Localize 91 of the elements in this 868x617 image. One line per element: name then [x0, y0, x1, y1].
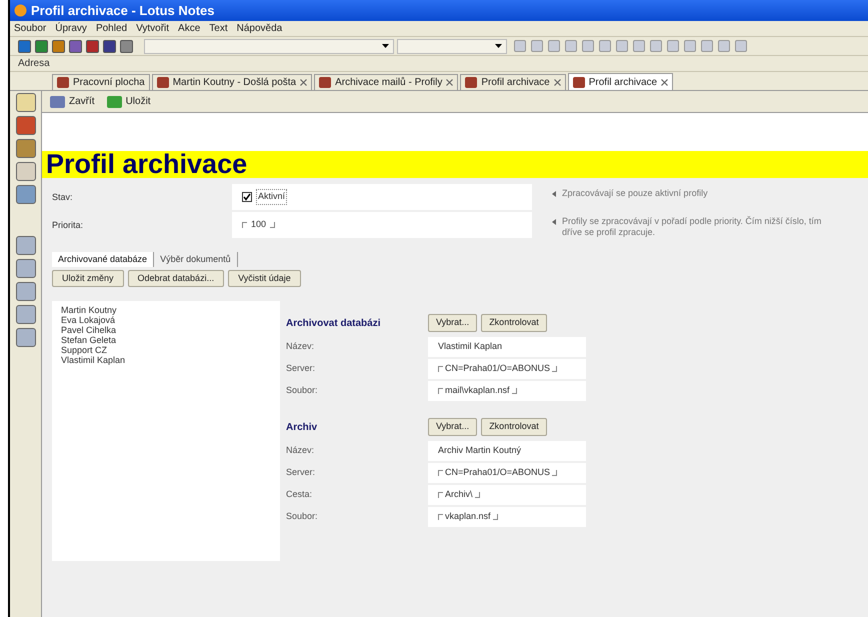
caret-icon	[382, 44, 389, 48]
tab-label: Pracovní plocha	[73, 76, 145, 90]
window-title: Profil archivace - Lotus Notes	[31, 2, 214, 20]
hint-text: Profily se zpracovávají v pořadí podle priority. Čím nižší číslo, tím dříve se profil zpracuje.	[562, 216, 822, 238]
checkbox-label: Aktivní	[256, 189, 288, 205]
list-item[interactable]: Pavel Cihelka	[61, 325, 271, 335]
field-bracket-icon	[552, 470, 558, 476]
input-field[interactable]: Archiv Martin Koutný	[428, 441, 586, 461]
field-label: Priorita:	[52, 219, 84, 232]
select-button[interactable]: Vybrat...	[428, 314, 478, 332]
field-label: Server:	[286, 466, 316, 480]
menu-item[interactable]: Úpravy	[55, 21, 87, 36]
list-item[interactable]: Martin Koutny	[61, 305, 271, 315]
field-label: Soubor:	[286, 510, 319, 524]
field-label: Název:	[286, 340, 316, 354]
app-icon	[14, 4, 27, 17]
caret-icon	[495, 44, 502, 48]
tab-label: Archivace mailů - Profily	[335, 76, 442, 90]
field-bracket-icon	[438, 492, 443, 498]
section-title: Archivovat databázi	[286, 316, 382, 330]
input-field[interactable]: mail\vkaplan.nsf	[428, 381, 586, 401]
menu-item[interactable]: Text	[209, 21, 228, 36]
field-label: Stav:	[52, 191, 74, 204]
address-label: Adresa	[18, 57, 50, 71]
list-item[interactable]: Stefan Geleta	[61, 335, 271, 345]
input-field[interactable]: Aktivní	[232, 184, 532, 210]
field-bracket-icon	[242, 222, 247, 228]
field-value: CN=Praha01/O=ABONUS	[445, 466, 550, 480]
tab[interactable]: Profil archivace	[568, 73, 674, 90]
input-field[interactable]: CN=Praha01/O=ABONUS	[428, 359, 586, 379]
field-bracket-icon	[552, 366, 558, 372]
field-label: Server:	[286, 362, 316, 376]
tab[interactable]: Profil archivace	[460, 74, 566, 90]
checkbox[interactable]	[242, 192, 252, 202]
field-value: vkaplan.nsf	[445, 510, 491, 524]
select-button[interactable]: Vybrat...	[428, 418, 478, 436]
field-bracket-icon	[270, 222, 276, 228]
menu-item[interactable]: Pohled	[96, 21, 128, 36]
field-bracket-icon	[438, 514, 443, 520]
field-bracket-icon	[512, 388, 517, 394]
tab[interactable]: Martin Koutny - Došlá pošta	[152, 74, 312, 90]
close-icon[interactable]	[661, 78, 668, 86]
close-icon[interactable]	[446, 79, 454, 86]
tab[interactable]: Pracovní plocha	[52, 74, 150, 90]
select-button[interactable]: Zkontrolovat	[481, 418, 547, 436]
field-bracket-icon	[474, 492, 480, 498]
form-button[interactable]: Vyčistit údaje	[228, 270, 301, 287]
tab[interactable]: Archivace mailů - Profily	[314, 74, 458, 90]
input-field[interactable]: Archiv\	[428, 485, 586, 505]
form-button[interactable]: Odebrat databázi...	[128, 270, 224, 287]
input-field[interactable]: vkaplan.nsf	[428, 507, 586, 527]
field-bracket-icon	[438, 366, 443, 372]
menu-item[interactable]: Nápověda	[236, 21, 282, 36]
list-item[interactable]: Eva Lokajová	[61, 315, 271, 325]
input-field[interactable]: CN=Praha01/O=ABONUS	[428, 463, 586, 483]
tab[interactable]: Výběr dokumentů	[154, 252, 238, 267]
input-field[interactable]: Vlastimil Kaplan	[428, 337, 586, 357]
list-item[interactable]: Vlastimil Kaplan	[61, 355, 271, 365]
field-label: Název:	[286, 444, 316, 458]
section-title: Archiv	[286, 420, 318, 434]
menu-item[interactable]: Vytvořit	[136, 21, 170, 36]
hint-arrow-icon	[552, 191, 556, 197]
tab-label: Profil archivace	[481, 76, 550, 90]
hint-arrow-icon	[552, 219, 556, 225]
action-button[interactable]: Uložit	[106, 94, 151, 109]
field-label: Cesta:	[286, 488, 314, 502]
name-list[interactable]: Martin Koutny Eva Lokajová Pavel Cihelka Stefan Geleta Support CZ Vlastimil Kaplan	[52, 301, 280, 561]
tab-label: Martin Koutny - Došlá pošta	[172, 76, 296, 90]
field-value: Archiv Martin Koutný	[438, 444, 522, 458]
field-value: Vlastimil Kaplan	[438, 340, 502, 354]
list-item[interactable]: Support CZ	[61, 345, 271, 355]
field-value: mail\vkaplan.nsf	[445, 384, 510, 398]
field-label: Soubor:	[286, 384, 319, 398]
menu-item[interactable]: Akce	[178, 21, 200, 36]
field-value: Archiv\	[445, 488, 473, 502]
field-value: CN=Praha01/O=ABONUS	[445, 362, 550, 376]
hint-text: Zpracovávají se pouze aktivní profily	[562, 188, 708, 199]
tab-label: Profil archivace	[588, 76, 658, 90]
field-bracket-icon	[492, 514, 498, 520]
tab[interactable]: Archivované databáze	[52, 252, 154, 267]
field-bracket-icon	[438, 388, 443, 394]
select-button[interactable]: Zkontrolovat	[481, 314, 547, 332]
field-value: 100	[251, 218, 266, 232]
field-bracket-icon	[438, 470, 443, 476]
form-title: Profil archivace	[46, 151, 248, 178]
menu-item[interactable]: Soubor	[14, 21, 46, 36]
form-button[interactable]: Uložit změny	[52, 270, 124, 287]
close-icon[interactable]	[554, 79, 561, 86]
close-icon[interactable]	[300, 79, 308, 86]
action-button[interactable]: Zavřít	[50, 94, 95, 109]
input-field[interactable]: 100	[232, 212, 532, 238]
